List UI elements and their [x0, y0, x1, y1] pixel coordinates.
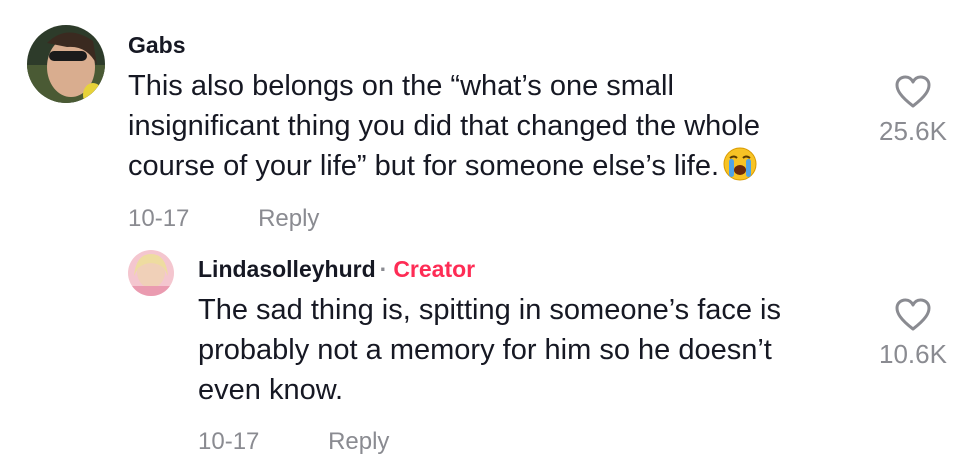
- like-count: 25.6K: [879, 116, 947, 146]
- comment-meta: 10-17 Reply: [128, 205, 319, 233]
- like-button[interactable]: 10.6K: [858, 297, 968, 370]
- username-separator: ·: [379, 256, 388, 282]
- comment-text-line-content: course of your life” but for someone els…: [128, 150, 720, 182]
- avatar[interactable]: [27, 25, 105, 103]
- reply-button[interactable]: Reply: [328, 428, 389, 455]
- like-button[interactable]: 25.6K: [858, 74, 968, 147]
- creator-badge: Creator: [393, 256, 476, 282]
- comment-date: 10-17: [198, 428, 260, 455]
- comment-text-line: probably not a memory for him so he does…: [198, 334, 772, 366]
- comment-username[interactable]: Gabs: [128, 32, 186, 59]
- heart-icon[interactable]: [894, 74, 932, 110]
- loudly-crying-face-icon: [723, 147, 757, 181]
- comment-text-line: This also belongs on the “what’s one sma…: [128, 70, 674, 102]
- comment-meta: 10-17 Reply: [198, 428, 389, 456]
- comment-text-line: insignificant thing you did that changed…: [128, 110, 760, 142]
- comment-username[interactable]: Lindasolleyhurd: [198, 256, 376, 282]
- avatar[interactable]: [128, 250, 174, 296]
- comment-date: 10-17: [128, 205, 190, 232]
- heart-icon[interactable]: [894, 297, 932, 333]
- like-count: 10.6K: [879, 339, 947, 369]
- comment-text-line: The sad thing is, spitting in someone’s …: [198, 294, 782, 326]
- reply-button[interactable]: Reply: [258, 205, 319, 232]
- comment-text-line: even know.: [198, 374, 344, 406]
- comment-text: The sad thing is, spitting in someone’s …: [198, 290, 781, 410]
- comment-text-line: course of your life” but for someone els…: [128, 146, 760, 186]
- comment-text: This also belongs on the “what’s one sma…: [128, 66, 760, 186]
- reply-username-row: Lindasolleyhurd · Creator: [198, 256, 475, 283]
